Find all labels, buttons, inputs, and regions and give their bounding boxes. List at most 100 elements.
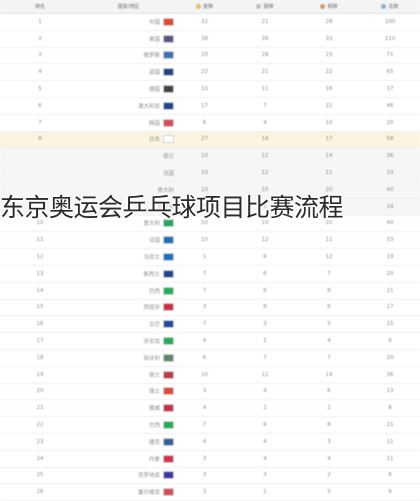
table-row[interactable]: 15 西班牙 3 8 6 17 [0,299,420,317]
flag-icon [163,17,174,26]
table-row[interactable]: 21 挪威 4 2 2 8 [0,399,420,418]
country-cell[interactable]: 荷兰 [80,147,177,166]
column-header[interactable]: 排名 [0,0,80,14]
table-row[interactable]: 6 澳大利亚 17 7 22 46 [0,97,420,115]
bronze-count-cell: 33 [298,30,360,48]
country-name: 澳大利亚 [137,103,160,110]
silver-count-cell: 6 [232,282,298,300]
total-count-cell: 20 [360,265,420,283]
country-cell[interactable]: 英国 [80,63,177,82]
country-cell[interactable]: 美国 [80,30,177,48]
country-cell[interactable]: 日本 [80,131,177,149]
table-row[interactable]: 4 英国 22 21 22 65 [0,63,420,82]
table-row[interactable]: 1 中国 32 21 28 100 [0,13,420,31]
bronze-count-cell: 11 [298,164,360,182]
country-cell[interactable]: 瑞士 [80,383,177,401]
country-cell[interactable]: 韩国 [80,114,177,132]
table-row[interactable]: 12 乌克兰 1 6 12 19 [0,248,420,266]
country-cell[interactable]: 德国 [80,80,177,98]
gold-count-cell: 17 [177,97,232,115]
table-row[interactable]: 7 韩国 6 4 10 20 [0,114,420,132]
gold-count-cell: 27 [177,131,232,149]
table-row[interactable]: 25 克罗地亚 3 3 2 8 [0,467,420,485]
table-row[interactable]: 5 德国 10 11 16 37 [0,80,420,98]
country-cell[interactable]: 西班牙 [80,299,177,317]
total-count-cell: 20 [360,114,420,132]
gold-count-cell: 10 [177,147,232,166]
bronze-count-cell: 2 [298,467,360,485]
country-cell[interactable]: 古巴 [80,315,177,334]
column-header[interactable]: 总数 [360,0,420,14]
table-row[interactable]: 24 丹麦 3 4 4 11 [0,450,420,468]
table-row[interactable]: 8 日本 27 14 17 58 [0,131,420,149]
bronze-count-cell: 8 [298,282,360,300]
table-row[interactable]: 19 荷兰 10 12 14 36 [0,366,420,384]
column-header[interactable]: 银牌 [232,0,298,14]
country-name: 美国 [148,36,160,43]
table-row[interactable]: 16 古巴 7 3 5 15 [0,315,420,334]
country-cell[interactable]: 捷克 [80,433,177,451]
country-name: 中国 [148,19,160,26]
table-row[interactable]: 22 巴西 7 6 8 21 [0,416,420,434]
country-cell[interactable]: 牙买加 [80,332,177,350]
table-row[interactable]: 11 法国 10 12 11 33 [0,231,420,250]
rank-cell: 11 [0,231,80,250]
gold-count-cell: 38 [177,30,232,48]
country-name: 巴西 [148,288,160,295]
total-count-cell: 8 [360,467,420,485]
table-row[interactable]: 法国 10 12 11 33 [0,164,420,182]
country-cell[interactable]: 巴西 [80,416,177,434]
country-cell[interactable]: 澳大利亚 [80,97,177,115]
column-header[interactable]: 国家/地区 [80,0,177,14]
country-name: 英国 [148,70,160,77]
country-cell[interactable]: 俄罗斯 [80,47,177,65]
country-cell[interactable]: 荷兰 [80,366,177,384]
column-header[interactable]: 铜牌 [298,0,360,14]
table-row[interactable]: 20 瑞士 3 4 6 13 [0,383,420,401]
country-cell[interactable]: 新西兰 [80,265,177,283]
rank-cell: 21 [0,399,80,418]
bronze-count-cell: 5 [298,315,360,334]
country-cell[interactable]: 匈牙利 [80,349,177,367]
country-cell[interactable]: 乌克兰 [80,248,177,266]
country-cell[interactable]: 挪威 [80,399,177,418]
country-name: 法国 [162,171,174,178]
table-row[interactable]: 18 匈牙利 6 7 7 20 [0,349,420,367]
table-row[interactable]: 3 俄罗斯 20 28 23 71 [0,47,420,65]
table-row[interactable]: 26 塞尔维亚 3 1 5 9 [0,483,420,501]
country-cell[interactable]: 中国 [80,13,177,31]
country-cell[interactable]: 巴西 [80,282,177,300]
flag-icon [163,387,174,396]
country-name: 荷兰 [162,154,174,161]
country-cell[interactable]: 法国 [80,164,177,182]
flag-icon [163,488,174,497]
country-name: 瑞士 [148,389,160,396]
bronze-count-cell: 12 [298,248,360,266]
country-cell[interactable]: 丹麦 [80,450,177,468]
silver-count-cell: 21 [232,13,298,31]
table-row[interactable]: 2 美国 38 39 33 110 [0,30,420,48]
country-cell[interactable]: 塞尔维亚 [80,483,177,501]
bronze-count-cell: 28 [298,13,360,31]
country-cell[interactable]: 克罗地亚 [80,467,177,485]
country-name: 荷兰 [148,372,160,379]
table-body: 1 中国 32 21 28 100 2 美国 38 39 33 110 3 俄罗斯 20 28 23 71 4 英国 2… [0,13,420,501]
total-count-cell: 33 [360,164,420,182]
rank-cell: 5 [0,80,80,98]
table-row[interactable]: 17 牙买加 4 1 4 9 [0,332,420,350]
flag-icon [163,135,174,144]
gold-count-cell: 4 [177,332,232,350]
gold-count-cell: 32 [177,13,232,31]
flag-icon [163,320,174,329]
table-row[interactable]: 23 捷克 4 4 3 11 [0,433,420,451]
silver-count-cell: 12 [232,231,298,250]
total-count-cell: 20 [360,349,420,367]
gold-count-cell: 6 [177,349,232,367]
country-cell[interactable]: 法国 [80,231,177,250]
table-row[interactable]: 13 新西兰 7 6 7 20 [0,265,420,283]
table-row[interactable]: 14 巴西 7 6 8 21 [0,282,420,300]
country-name: 塞尔维亚 [137,490,160,497]
total-count-cell: 9 [360,332,420,350]
table-row[interactable]: 荷兰 10 12 14 36 [0,147,420,166]
column-header[interactable]: 金牌 [177,0,232,14]
